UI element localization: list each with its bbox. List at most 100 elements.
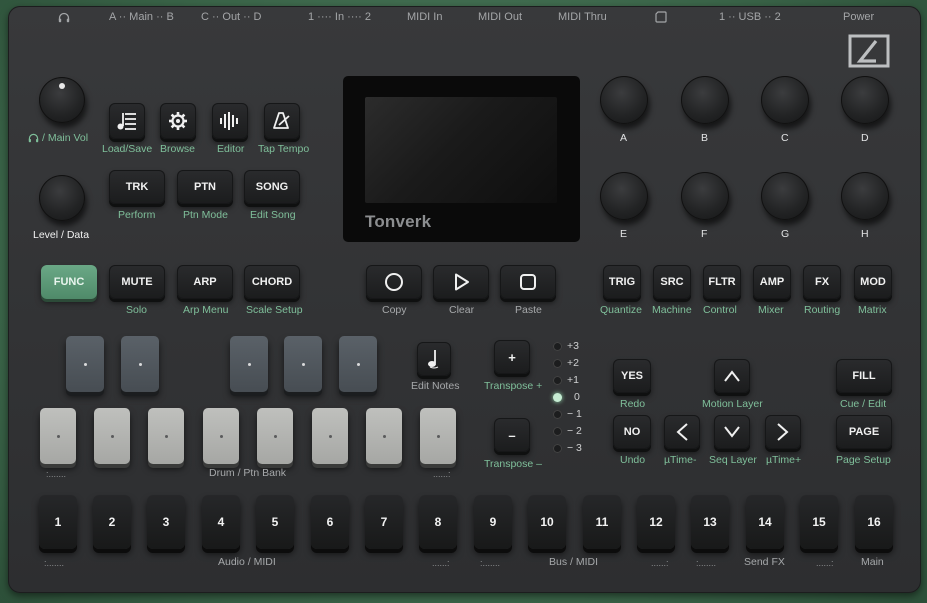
load-save-icon xyxy=(117,113,136,130)
mod-button[interactable]: MOD xyxy=(854,265,892,299)
cue-edit-label: Cue / Edit xyxy=(840,398,887,410)
clear-label: Clear xyxy=(449,304,475,316)
transpose-level-label: +3 xyxy=(567,340,579,352)
down-arrow-button[interactable] xyxy=(714,415,750,449)
transpose-level-label: 0 xyxy=(574,391,580,403)
step-button-12[interactable]: 12 xyxy=(637,495,675,549)
note-icon xyxy=(428,350,439,369)
step-button-16[interactable]: 16 xyxy=(855,495,893,549)
midi-in-label: MIDI In xyxy=(407,11,443,23)
step-button-10[interactable]: 10 xyxy=(528,495,566,549)
fill-button[interactable]: FILL xyxy=(836,359,892,393)
pad-dot xyxy=(139,363,142,366)
step-button-4[interactable]: 4 xyxy=(202,495,240,549)
step-button-11[interactable]: 11 xyxy=(583,495,621,549)
yes-button[interactable]: YES xyxy=(613,359,651,393)
step-button-13[interactable]: 13 xyxy=(691,495,729,549)
step-button-15[interactable]: 15 xyxy=(800,495,838,549)
knob-d-label: D xyxy=(861,132,869,144)
arp-button[interactable]: ARP xyxy=(177,265,233,299)
keyboard-black-key[interactable] xyxy=(230,336,268,392)
editor-button[interactable] xyxy=(212,103,248,139)
fltr-button[interactable]: FLTR xyxy=(703,265,741,299)
knob-e[interactable] xyxy=(600,172,648,220)
keyboard-black-key[interactable] xyxy=(121,336,159,392)
src-button[interactable]: SRC xyxy=(653,265,691,299)
chord-button[interactable]: CHORD xyxy=(244,265,300,299)
knob-d[interactable] xyxy=(841,76,889,124)
solo-label: Solo xyxy=(126,304,148,316)
chevron-right-icon xyxy=(777,423,789,441)
keyboard-white-key[interactable] xyxy=(203,408,239,464)
no-button[interactable]: NO xyxy=(613,415,651,449)
func-button[interactable]: FUNC xyxy=(41,265,97,299)
knob-h[interactable] xyxy=(841,172,889,220)
paste-button[interactable] xyxy=(500,265,556,299)
transpose-minus-button[interactable]: – xyxy=(494,418,530,452)
amp-button[interactable]: AMP xyxy=(753,265,791,299)
play-triangle-icon xyxy=(455,273,469,291)
keyboard-white-key[interactable] xyxy=(366,408,402,464)
transpose-plus-button[interactable]: + xyxy=(494,340,530,374)
knob-c[interactable] xyxy=(761,76,809,124)
step-button-14[interactable]: 14 xyxy=(746,495,784,549)
keyboard-white-key[interactable] xyxy=(148,408,184,464)
trk-button[interactable]: TRK xyxy=(109,170,165,204)
scale-setup-label: Scale Setup xyxy=(246,304,303,316)
step-button-2[interactable]: 2 xyxy=(93,495,131,549)
drum-ptn-bank-label: Drum / Ptn Bank xyxy=(209,467,287,479)
utime-minus-label: µTime- xyxy=(664,454,697,466)
main-volume-knob[interactable] xyxy=(39,77,85,123)
level-data-knob[interactable] xyxy=(39,175,85,221)
group-bracket-close: ......: xyxy=(651,558,669,568)
transpose-minus-label: Transpose – xyxy=(484,458,542,470)
keyboard-white-key[interactable] xyxy=(420,408,456,464)
keyboard-white-key[interactable] xyxy=(312,408,348,464)
keyboard-black-key[interactable] xyxy=(284,336,322,392)
tap-tempo-button[interactable] xyxy=(264,103,300,139)
transpose-led-plus1 xyxy=(553,376,562,385)
group-bracket-close: ......: xyxy=(816,558,834,568)
bank-bracket-left: :....... xyxy=(46,469,67,479)
mute-button[interactable]: MUTE xyxy=(109,265,165,299)
load-save-button[interactable] xyxy=(109,103,145,139)
step-button-6[interactable]: 6 xyxy=(311,495,349,549)
browse-button[interactable] xyxy=(160,103,196,139)
step-button-1[interactable]: 1 xyxy=(39,495,77,549)
knob-a[interactable] xyxy=(600,76,648,124)
step-button-9[interactable]: 9 xyxy=(474,495,512,549)
keyboard-white-key[interactable] xyxy=(40,408,76,464)
step-button-5[interactable]: 5 xyxy=(256,495,294,549)
transpose-led-plus2 xyxy=(553,359,562,368)
fx-button[interactable]: FX xyxy=(803,265,841,299)
pad-dot xyxy=(248,363,251,366)
clear-button[interactable] xyxy=(433,265,489,299)
ptn-button[interactable]: PTN xyxy=(177,170,233,204)
edit-notes-button[interactable] xyxy=(417,342,451,376)
keyboard-black-key[interactable] xyxy=(339,336,377,392)
step-button-8[interactable]: 8 xyxy=(419,495,457,549)
knob-f[interactable] xyxy=(681,172,729,220)
pad-dot xyxy=(302,363,305,366)
redo-label: Redo xyxy=(620,398,646,410)
knob-b[interactable] xyxy=(681,76,729,124)
keyboard-white-key[interactable] xyxy=(257,408,293,464)
knob-g[interactable] xyxy=(761,172,809,220)
trig-button[interactable]: TRIG xyxy=(603,265,641,299)
pad-dot xyxy=(383,435,386,438)
page-button[interactable]: PAGE xyxy=(836,415,892,449)
group-bracket-open: :....... xyxy=(696,558,717,568)
copy-button[interactable] xyxy=(366,265,422,299)
bus-midi-label: Bus / MIDI xyxy=(549,556,599,568)
circle-icon xyxy=(385,273,403,291)
keyboard-white-key[interactable] xyxy=(94,408,130,464)
left-arrow-button[interactable] xyxy=(664,415,700,449)
right-arrow-button[interactable] xyxy=(765,415,801,449)
up-arrow-button[interactable] xyxy=(714,359,750,393)
song-button[interactable]: SONG xyxy=(244,170,300,204)
step-button-7[interactable]: 7 xyxy=(365,495,403,549)
step-button-3[interactable]: 3 xyxy=(147,495,185,549)
square-icon xyxy=(520,274,536,290)
midi-thru-label: MIDI Thru xyxy=(558,11,607,23)
keyboard-black-key[interactable] xyxy=(66,336,104,392)
